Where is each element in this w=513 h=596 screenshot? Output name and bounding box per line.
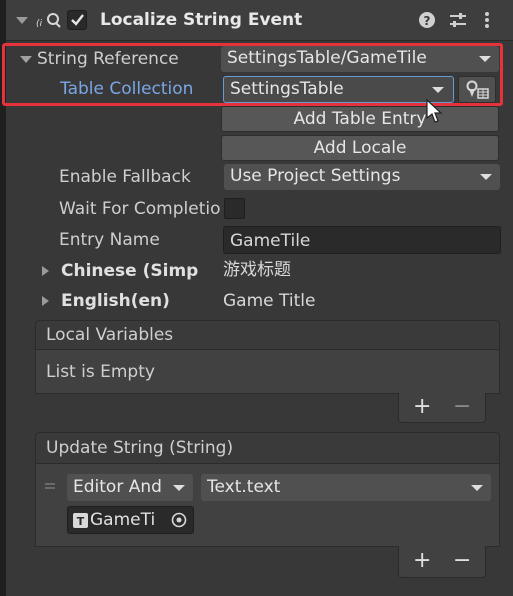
entry-name-label: Entry Name	[59, 230, 160, 250]
settings-sliders-icon[interactable]	[448, 11, 468, 29]
localize-icon: ₍ᵢ	[36, 12, 61, 29]
mouse-cursor-icon	[426, 98, 443, 123]
update-string-title: Update String (String)	[46, 438, 234, 458]
locale-chinese-label: Chinese (Simp	[61, 261, 199, 281]
enabled-checkbox[interactable]	[67, 10, 87, 30]
locale-foldout-icon[interactable]	[42, 266, 49, 276]
enable-fallback-value: Use Project Settings	[230, 166, 401, 186]
runtime-mode-value: Editor And	[73, 477, 162, 497]
local-variables-footer: + −	[398, 393, 486, 423]
svg-text:?: ?	[424, 14, 431, 28]
checkmark-icon	[71, 14, 84, 26]
update-string-footer: + −	[398, 546, 486, 578]
entry-name-input[interactable]: GameTile	[223, 226, 501, 254]
locale-chinese-value: 游戏标题	[223, 260, 291, 280]
runtime-mode-dropdown[interactable]: Editor And	[67, 474, 193, 501]
chevron-down-icon	[471, 485, 483, 491]
enable-fallback-dropdown[interactable]: Use Project Settings	[224, 164, 500, 190]
highlight-box	[2, 43, 503, 106]
component-title: Localize String Event	[100, 10, 303, 30]
drag-handle-icon[interactable]	[45, 483, 55, 485]
help-icon[interactable]: ?	[418, 11, 436, 29]
function-dropdown[interactable]: Text.text	[201, 474, 491, 501]
collapse-arrow-icon[interactable]	[16, 17, 28, 24]
wait-for-completion-label: Wait For Completio	[59, 199, 221, 219]
local-variables-list: List is Empty	[35, 349, 500, 394]
add-listener-button[interactable]: +	[413, 550, 431, 572]
locale-english-value: Game Title	[223, 291, 316, 311]
local-variables-title: Local Variables	[46, 325, 174, 345]
svg-text:T: T	[77, 515, 85, 528]
entry-name-value: GameTile	[230, 231, 311, 251]
local-variables-header: Local Variables	[35, 320, 500, 350]
drag-handle-icon	[45, 487, 55, 489]
object-picker-icon	[171, 512, 187, 528]
add-table-entry-button[interactable]: Add Table Entry	[221, 106, 499, 132]
remove-variable-button[interactable]: −	[453, 396, 471, 418]
locale-english-label: English(en)	[61, 291, 170, 311]
object-picker-button[interactable]	[166, 507, 193, 533]
locale-foldout-icon[interactable]	[42, 296, 49, 306]
text-component-icon: T	[73, 513, 88, 528]
remove-listener-button[interactable]: −	[453, 550, 471, 572]
enable-fallback-label: Enable Fallback	[59, 167, 191, 187]
chevron-down-icon	[173, 485, 185, 491]
chevron-down-icon	[480, 174, 492, 180]
add-locale-button[interactable]: Add Locale	[221, 135, 499, 161]
function-value: Text.text	[207, 477, 281, 497]
update-string-header: Update String (String)	[35, 432, 500, 464]
wait-for-completion-checkbox[interactable]	[224, 198, 245, 219]
svg-text:₍ᵢ: ₍ᵢ	[36, 12, 43, 29]
list-empty-text: List is Empty	[46, 362, 155, 382]
target-object-field[interactable]: T GameTi	[67, 506, 194, 534]
add-variable-button[interactable]: +	[413, 396, 431, 418]
target-object-value: GameTi	[90, 510, 156, 530]
more-vertical-icon[interactable]	[483, 11, 491, 29]
